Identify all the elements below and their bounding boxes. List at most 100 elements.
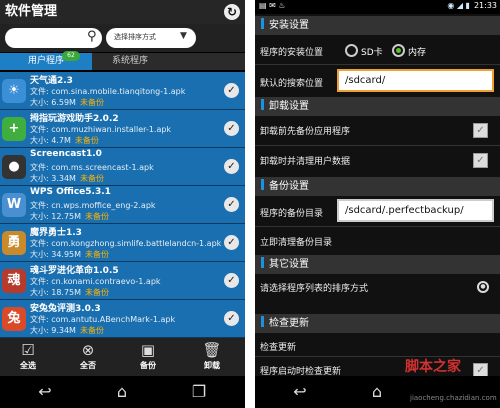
app-name: 魂斗罗进化革命1.0.5 (30, 266, 119, 276)
tab-user-apps[interactable]: 用户程序 62 (0, 51, 92, 70)
app-icon: 勇 (2, 231, 26, 255)
list-item[interactable]: ● Screencast1.0 文件: com.ms.screencast-1.ap… (0, 148, 245, 186)
navigation-bar: ↩ ⌂ (255, 376, 500, 408)
backup-dir-label: 程序的备份目录 (260, 209, 324, 219)
app-size-value: 大小: 34.95M (30, 250, 82, 259)
app-icon: W (2, 193, 26, 217)
toolbar: ⚲ 选择排序方式 ▼ (0, 24, 245, 52)
app-icon: 魂 (2, 269, 26, 293)
list-item[interactable]: 兔安兔兔评测3.0.3 文件: com.antutu.ABenchMark-1.a… (0, 300, 245, 338)
bottom-action-bar: ☑ 全选 ⊗ 全否 ▣ 备份 🗑 卸载 (0, 338, 245, 376)
software-manager-screen: 软件管理 ↻ ⚲ 选择排序方式 ▼ 用户程序 62 系统程序 ☀ 天气通2.3 文件… (0, 0, 245, 408)
action-button-0[interactable]: ☑ 全选 (8, 341, 48, 371)
action-button-3[interactable]: 🗑 卸载 (192, 341, 232, 371)
app-icon: + (2, 117, 26, 141)
back-icon[interactable]: ↩ (285, 382, 315, 401)
tab-system-apps[interactable]: 系统程序 (92, 53, 168, 70)
watermark-logo: 脚本之家 (405, 359, 461, 375)
sort-order-label[interactable]: 请选择程序列表的排序方式 (260, 281, 368, 294)
clear-data-label: 卸载时并清理用户数据 (260, 157, 351, 167)
app-name: Screencast1.0 (30, 149, 102, 159)
list-item[interactable]: + 拇指玩游戏助手2.0.2 文件: com.muzhiwan.installer-… (0, 110, 245, 148)
app-file: 文件: com.sina.mobile.tianqitong-1.apk (30, 87, 186, 96)
app-size-value: 大小: 9.34M (30, 326, 76, 335)
app-size-value: 大小: 12.75M (30, 212, 82, 221)
check-icon[interactable]: ✓ (224, 83, 239, 98)
divider (255, 356, 500, 357)
refresh-icon[interactable]: ↻ (224, 4, 240, 20)
backup-before-uninstall-checkbox[interactable]: ✓ (473, 123, 488, 138)
list-item[interactable]: 勇魔界勇士1.3 文件: com.kongzhong.simlife.battle… (0, 224, 245, 262)
app-title-bar: 软件管理 ↻ (0, 0, 245, 24)
check-update-button[interactable]: 检查更新 (260, 340, 296, 353)
app-size: 大小: 12.75M 未备份 (30, 211, 109, 222)
search-input[interactable]: ⚲ (5, 28, 102, 48)
home-icon[interactable]: ⌂ (362, 382, 392, 401)
trash-icon: 🗑 (202, 341, 222, 359)
check-icon[interactable]: ✓ (224, 273, 239, 288)
backup-status-badge: 未备份 (85, 288, 110, 297)
status-bar: ▤ ✉ ♨ ◉ ◢ ▮ 21:33 (255, 0, 500, 13)
chevron-down-icon: ▼ (180, 31, 187, 41)
app-file: 文件: cn.wps.moffice_eng-2.apk (30, 201, 156, 210)
action-label: 全否 (80, 361, 96, 370)
count-badge: 62 (62, 51, 80, 61)
radio-sd-label: SD卡 (361, 48, 383, 58)
app-file: 文件: com.kongzhong.simlife.battlelandcn-1… (30, 239, 222, 248)
app-icon: ● (2, 155, 26, 179)
cancel-circle-icon: ⊗ (81, 341, 95, 359)
page-title: 软件管理 (5, 4, 58, 19)
default-search-field[interactable]: /sdcard/ (337, 69, 494, 92)
clear-backup-button[interactable]: 立即清理备份目录 (260, 235, 332, 248)
tab-label: 用户程序 (27, 56, 64, 66)
save-icon: ▣ (140, 341, 156, 359)
clear-data-checkbox[interactable]: ✓ (473, 153, 488, 168)
app-name: 安兔兔评测3.0.3 (30, 304, 101, 314)
radio-sd-card[interactable] (345, 44, 358, 57)
section-uninstall: 卸载设置 (255, 97, 500, 116)
recent-apps-icon[interactable]: ❐ (184, 382, 214, 401)
check-icon[interactable]: ✓ (224, 159, 239, 174)
screenshot-root: 软件管理 ↻ ⚲ 选择排序方式 ▼ 用户程序 62 系统程序 ☀ 天气通2.3 文件… (0, 0, 500, 408)
radio-internal[interactable] (392, 44, 405, 57)
sort-select-label: 选择排序方式 (114, 33, 156, 41)
backup-dir-field[interactable]: /sdcard/.perfectbackup/ (337, 199, 494, 222)
navigation-bar: ↩ ⌂ ❐ (0, 376, 245, 408)
backup-status-badge: 未备份 (85, 212, 110, 221)
list-item[interactable]: W WPS Office5.3.1 文件: cn.wps.moffice_eng-2… (0, 186, 245, 224)
check-icon[interactable]: ✓ (224, 121, 239, 136)
list-item[interactable]: 魂魂斗罗进化革命1.0.5 文件: cn.konami.contraevo-1.a… (0, 262, 245, 300)
action-label: 备份 (140, 361, 156, 370)
app-size: 大小: 18.75M 未备份 (30, 287, 109, 298)
sort-order-option-icon[interactable]: ● (477, 281, 489, 293)
check-icon[interactable]: ✓ (224, 311, 239, 326)
check-icon[interactable]: ✓ (224, 235, 239, 250)
app-name: WPS Office5.3.1 (30, 187, 111, 197)
home-icon[interactable]: ⌂ (107, 382, 137, 401)
backup-status-badge: 未备份 (85, 250, 110, 259)
divider (255, 145, 500, 146)
notification-icons: ▤ ✉ ♨ (259, 1, 286, 10)
app-file: 文件: com.ms.screencast-1.apk (30, 163, 154, 172)
tab-label: 系统程序 (111, 56, 148, 66)
back-icon[interactable]: ↩ (30, 382, 60, 401)
app-size-value: 大小: 3.34M (30, 174, 76, 183)
app-size: 大小: 9.34M 未备份 (30, 325, 104, 336)
status-icons: ◉ ◢ ▮ 21:33 (447, 1, 497, 10)
action-button-1[interactable]: ⊗ 全否 (68, 341, 108, 371)
action-button-2[interactable]: ▣ 备份 (128, 341, 168, 371)
search-icon[interactable]: ⚲ (87, 29, 97, 44)
app-size: 大小: 3.34M 未备份 (30, 173, 104, 184)
check-square-icon: ☑ (21, 341, 35, 359)
status-time: 21:33 (473, 1, 497, 10)
sort-select[interactable]: 选择排序方式 ▼ (106, 28, 196, 48)
section-other: 其它设置 (255, 255, 500, 274)
list-item[interactable]: ☀ 天气通2.3 文件: com.sina.mobile.tianqitong-1.… (0, 72, 245, 110)
backup-before-uninstall-label: 卸载前先备份应用程序 (260, 127, 351, 137)
backup-status-badge: 未备份 (74, 136, 99, 145)
app-file: 文件: com.muzhiwan.installer-1.apk (30, 125, 172, 134)
backup-status-badge: 未备份 (79, 98, 104, 107)
section-update: 检查更新 (255, 314, 500, 333)
check-icon[interactable]: ✓ (224, 197, 239, 212)
backup-status-badge: 未备份 (79, 174, 104, 183)
